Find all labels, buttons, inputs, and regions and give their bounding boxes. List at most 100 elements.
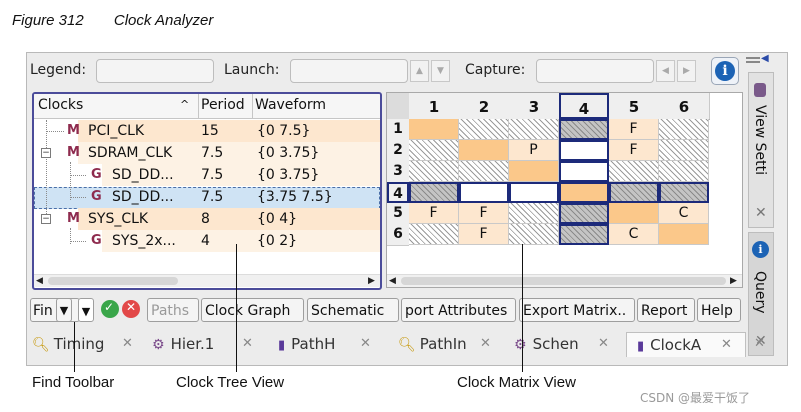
matrix-cell[interactable] bbox=[609, 203, 659, 224]
scroll-left-icon[interactable]: ◀ bbox=[36, 276, 43, 286]
close-icon[interactable]: ✕ bbox=[598, 332, 609, 356]
help-button[interactable]: Help bbox=[697, 298, 741, 322]
matrix-cell[interactable] bbox=[559, 161, 609, 182]
tree-row[interactable]: G SYS_2x... 4 {0 2} bbox=[34, 230, 380, 252]
tab-schematic[interactable]: ⚙︎ Schen ✕ bbox=[514, 332, 614, 356]
tree-row[interactable]: M SDRAM_CLK 7.5 {0 3.75} bbox=[34, 142, 380, 164]
matrix-cell[interactable] bbox=[409, 161, 459, 182]
matrix-cell[interactable] bbox=[509, 182, 559, 203]
matrix-cell[interactable] bbox=[609, 182, 659, 203]
matrix-cell[interactable] bbox=[509, 203, 559, 224]
matrix-column-header[interactable]: 5 bbox=[609, 93, 660, 120]
matrix-cell[interactable] bbox=[409, 119, 459, 140]
matrix-cell[interactable] bbox=[459, 182, 509, 203]
tree-row-selected[interactable]: G SD_DD... 7.5 {3.75 7.5} bbox=[34, 186, 380, 208]
close-icon[interactable]: ✕ bbox=[242, 332, 253, 356]
column-header-clocks[interactable]: Clocks bbox=[38, 97, 83, 113]
matrix-column-header[interactable]: 1 bbox=[409, 93, 460, 120]
tab-clock-analyzer-active[interactable]: ▮ ClockA ✕ bbox=[626, 332, 746, 357]
close-icon[interactable]: ✕ bbox=[360, 332, 371, 356]
matrix-cell[interactable] bbox=[509, 119, 559, 140]
matrix-cell[interactable] bbox=[459, 119, 509, 140]
matrix-cell[interactable] bbox=[409, 224, 459, 245]
matrix-cell[interactable] bbox=[659, 161, 709, 182]
find-label[interactable]: Fin bbox=[33, 303, 53, 319]
matrix-cell[interactable]: F bbox=[459, 203, 509, 224]
matrix-cell[interactable] bbox=[459, 140, 509, 161]
close-icon[interactable]: ✕ bbox=[754, 332, 765, 356]
matrix-cell[interactable] bbox=[659, 224, 709, 245]
tab-path-histogram[interactable]: ▮ PathH ✕ bbox=[278, 332, 378, 356]
close-icon[interactable]: ✕ bbox=[721, 333, 732, 357]
find-dropdown-button[interactable]: ▼ bbox=[56, 298, 72, 322]
matrix-cell[interactable]: P bbox=[509, 140, 559, 161]
tab-path-inspector[interactable]: 🔍︎ PathIn ✕ bbox=[398, 332, 498, 356]
clock-graph-button[interactable]: Clock Graph bbox=[201, 298, 304, 322]
matrix-cell[interactable] bbox=[559, 224, 609, 245]
matrix-row-header[interactable]: 2 bbox=[387, 140, 409, 162]
close-icon[interactable]: ✕ bbox=[755, 205, 767, 221]
side-tab-view-settings[interactable]: View Setti ✕ bbox=[748, 72, 774, 228]
column-header-period[interactable]: Period bbox=[201, 97, 245, 113]
matrix-cell[interactable] bbox=[559, 140, 609, 161]
capture-left-button[interactable]: ◀ bbox=[656, 60, 675, 82]
port-attributes-button[interactable]: port Attributes bbox=[401, 298, 516, 322]
matrix-column-header[interactable]: 4 bbox=[559, 93, 609, 119]
matrix-cell[interactable] bbox=[559, 182, 609, 203]
matrix-column-header[interactable]: 3 bbox=[509, 93, 560, 120]
find-options-button[interactable]: ▼ bbox=[78, 298, 94, 322]
matrix-cell[interactable] bbox=[559, 203, 609, 224]
matrix-cell[interactable]: F bbox=[609, 140, 659, 161]
dock-close[interactable]: ✕ bbox=[752, 332, 772, 356]
scroll-right-icon[interactable]: ▶ bbox=[730, 276, 737, 286]
matrix-row-header[interactable]: 1 bbox=[387, 119, 409, 141]
legend-field[interactable] bbox=[96, 59, 214, 83]
schematic-button[interactable]: Schematic bbox=[307, 298, 399, 322]
close-icon[interactable]: ✕ bbox=[122, 332, 133, 356]
sort-ascending-icon[interactable]: ^ bbox=[180, 98, 189, 111]
matrix-cell[interactable]: F bbox=[459, 224, 509, 245]
tab-hierarchy[interactable]: ⚙︎ Hier.1 ✕ bbox=[152, 332, 262, 356]
matrix-column-header[interactable]: 2 bbox=[459, 93, 510, 120]
close-icon[interactable]: ✕ bbox=[480, 332, 491, 356]
launch-up-button[interactable]: ▲ bbox=[410, 60, 429, 82]
tree-row[interactable]: G SD_DD... 7.5 {0 3.75} bbox=[34, 164, 380, 186]
tree-row[interactable]: M SYS_CLK 8 {0 4} bbox=[34, 208, 380, 230]
matrix-cell[interactable] bbox=[659, 182, 709, 203]
matrix-row-header[interactable]: 3 bbox=[387, 161, 409, 183]
tab-timing[interactable]: 🔍︎ Timing ✕ bbox=[32, 332, 142, 356]
matrix-cell[interactable] bbox=[509, 224, 559, 245]
scroll-left-icon[interactable]: ◀ bbox=[389, 276, 396, 286]
matrix-cell[interactable] bbox=[609, 161, 659, 182]
clear-button[interactable]: ✕ bbox=[122, 300, 140, 318]
matrix-cell[interactable] bbox=[459, 161, 509, 182]
matrix-column-header[interactable]: 6 bbox=[659, 93, 710, 120]
scroll-thumb[interactable] bbox=[401, 277, 726, 285]
scroll-right-icon[interactable]: ▶ bbox=[368, 276, 375, 286]
column-header-waveform[interactable]: Waveform bbox=[255, 97, 326, 113]
scroll-thumb[interactable] bbox=[48, 277, 178, 285]
matrix-row-header[interactable]: 5 bbox=[387, 203, 409, 225]
matrix-cell[interactable] bbox=[559, 119, 609, 140]
info-button[interactable]: i bbox=[711, 57, 739, 85]
matrix-cell[interactable]: F bbox=[409, 203, 459, 224]
matrix-cell[interactable]: F bbox=[609, 119, 659, 140]
paths-button[interactable]: Paths bbox=[147, 298, 199, 322]
matrix-row-header[interactable]: 4 bbox=[387, 182, 409, 203]
tree-horizontal-scrollbar[interactable]: ◀ ▶ bbox=[34, 274, 380, 287]
export-matrix-button[interactable]: Export Matrix.. bbox=[519, 298, 635, 322]
apply-button[interactable]: ✓ bbox=[101, 300, 119, 318]
matrix-cell[interactable] bbox=[409, 182, 459, 203]
capture-right-button[interactable]: ▶ bbox=[677, 60, 696, 82]
matrix-cell[interactable] bbox=[659, 119, 709, 140]
matrix-cell[interactable] bbox=[659, 140, 709, 161]
launch-down-button[interactable]: ▼ bbox=[431, 60, 450, 82]
matrix-cell[interactable]: C bbox=[609, 224, 659, 245]
capture-field[interactable] bbox=[536, 59, 654, 83]
matrix-horizontal-scrollbar[interactable]: ◀ ▶ bbox=[387, 274, 742, 287]
matrix-cell[interactable] bbox=[409, 140, 459, 161]
report-button[interactable]: Report bbox=[637, 298, 695, 322]
matrix-cell[interactable]: C bbox=[659, 203, 709, 224]
matrix-cell[interactable] bbox=[509, 161, 559, 182]
matrix-row-header[interactable]: 6 bbox=[387, 224, 409, 246]
